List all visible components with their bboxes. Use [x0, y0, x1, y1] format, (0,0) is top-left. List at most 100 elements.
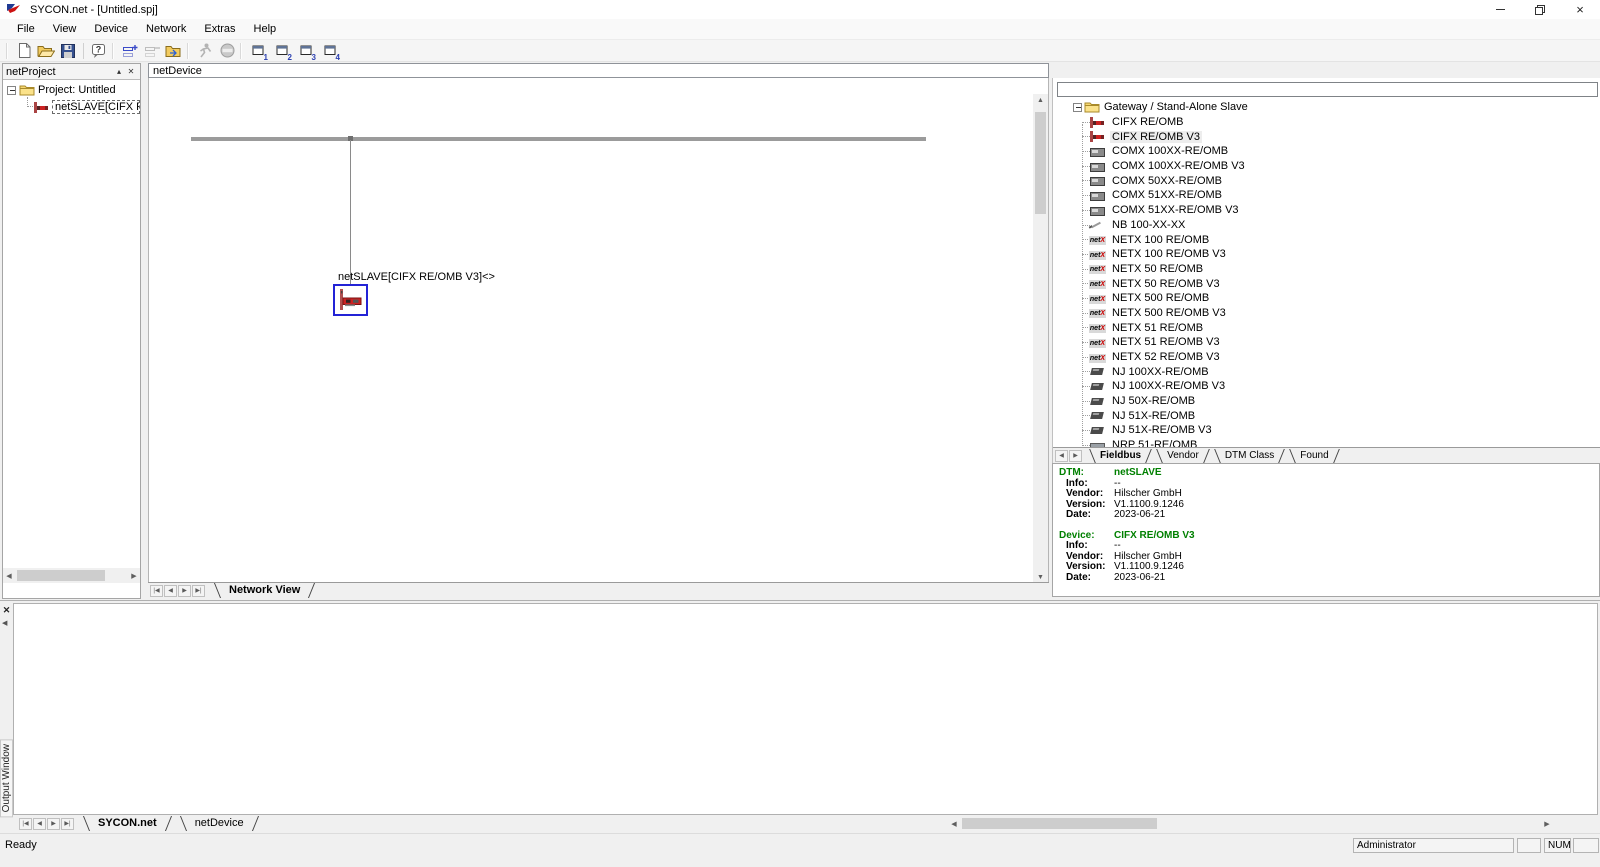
window-icon [276, 45, 289, 57]
restore-button[interactable] [1520, 0, 1560, 19]
catalog-item[interactable]: COMX 100XX-RE/OMB V3 [1053, 159, 1600, 174]
catalog-item[interactable]: NETX 500 RE/OMB [1053, 291, 1600, 306]
catalog-item[interactable]: NETX 100 RE/OMB V3 [1053, 247, 1600, 262]
device-icon [1089, 440, 1106, 447]
catalog-item[interactable]: COMX 51XX-RE/OMB V3 [1053, 203, 1600, 218]
delete-device-button[interactable] [141, 41, 163, 61]
netproject-hscrollbar[interactable]: ◀ ▶ [3, 568, 140, 583]
selected-device[interactable] [333, 284, 368, 316]
tab-next-icon[interactable]: ▶ [178, 585, 191, 597]
minimize-button[interactable] [1480, 0, 1520, 19]
tab-last-icon[interactable]: ▶| [192, 585, 205, 597]
catalog-item[interactable]: NJ 50X-RE/OMB [1053, 394, 1600, 409]
catalog-tab[interactable]: DTM Class [1217, 449, 1282, 463]
close-panel-button[interactable]: ✕ [125, 67, 137, 76]
catalog-item[interactable]: NETX 52 RE/OMB V3 [1053, 350, 1600, 365]
tab-prev-icon[interactable]: ◀ [164, 585, 177, 597]
catalog-item[interactable]: NJ 100XX-RE/OMB V3 [1053, 379, 1600, 394]
cifx-device-icon [33, 102, 50, 113]
pin-panel-button[interactable]: ▴ [113, 67, 125, 76]
tab-nav-buttons: |◀ ◀ ▶ ▶| [150, 585, 206, 597]
catalog-tab[interactable]: Fieldbus [1092, 449, 1149, 463]
catalog-tab[interactable]: Vendor [1159, 449, 1207, 463]
menu-item[interactable]: Device [85, 19, 137, 39]
dtm-info-panel: DTM: netSLAVE Info: -- Vendor: Hilscher … [1052, 463, 1600, 597]
catalog-item[interactable]: NETX 50 RE/OMB [1053, 262, 1600, 277]
menu-item[interactable]: File [8, 19, 44, 39]
tab-last-icon[interactable]: ▶| [61, 818, 74, 830]
tab-next-icon[interactable]: ▶ [1069, 450, 1082, 462]
output-tab[interactable]: SYCON.net [86, 816, 169, 831]
catalog-item[interactable]: COMX 51XX-RE/OMB [1053, 188, 1600, 203]
project-device-row[interactable]: netSLAVE[CIFX RE/O [19, 100, 140, 114]
new-project-button[interactable] [13, 41, 35, 61]
catalog-item[interactable]: NJ 51X-RE/OMB V3 [1053, 423, 1600, 438]
catalog-item[interactable]: NETX 50 RE/OMB V3 [1053, 276, 1600, 291]
scroll-left-icon[interactable]: ◀ [948, 816, 960, 831]
tab-prev-icon[interactable]: ◀ [33, 818, 46, 830]
window-layout-button[interactable]: 1 [247, 41, 269, 61]
menu-item[interactable]: View [44, 19, 86, 39]
catalog-filter-input[interactable] [1057, 82, 1598, 97]
collapse-icon[interactable] [7, 86, 16, 95]
scroll-thumb[interactable] [17, 570, 105, 581]
tab-network-view[interactable]: Network View [217, 583, 312, 598]
menu-item[interactable]: Extras [195, 19, 244, 39]
device-icon [1089, 396, 1106, 407]
open-project-button[interactable] [35, 41, 57, 61]
delete-device-icon [144, 44, 160, 58]
netdevice-vscrollbar[interactable]: ▲ ▼ [1033, 94, 1048, 583]
tab-prev-icon[interactable]: ◀ [1055, 450, 1068, 462]
window-layout-button[interactable]: 4 [319, 41, 341, 61]
tab-first-icon[interactable]: |◀ [19, 818, 32, 830]
device-icon [1089, 354, 1106, 363]
netproject-title: netProject [6, 66, 113, 78]
catalog-item[interactable]: NRP 51-RE/OMB [1053, 438, 1600, 447]
save-button[interactable] [57, 41, 79, 61]
window-layout-button[interactable]: 2 [271, 41, 293, 61]
catalog-item[interactable]: CIFX RE/OMB V3 [1053, 129, 1600, 144]
catalog-item[interactable]: NETX 51 RE/OMB V3 [1053, 335, 1600, 350]
close-button[interactable]: × [1560, 0, 1600, 19]
import-device-button[interactable] [163, 41, 185, 61]
insert-device-button[interactable] [119, 41, 141, 61]
tab-next-icon[interactable]: ▶ [47, 818, 60, 830]
scroll-thumb[interactable] [1035, 112, 1046, 214]
scroll-right-icon[interactable]: ▶ [1541, 816, 1553, 831]
scroll-left-icon[interactable]: ◀ [3, 568, 15, 583]
help-button[interactable]: ? [88, 41, 110, 61]
stop-button[interactable] [216, 41, 238, 61]
catalog-item[interactable]: NETX 500 RE/OMB V3 [1053, 306, 1600, 321]
cifx-card-icon [337, 288, 364, 312]
tab-first-icon[interactable]: |◀ [150, 585, 163, 597]
output-content[interactable] [13, 603, 1598, 815]
device-icon [1089, 309, 1106, 318]
collapse-output-icon[interactable]: ◀ [2, 619, 7, 627]
output-hscrollbar[interactable]: ◀ ▶ [948, 816, 1553, 831]
catalog-item[interactable]: NJ 100XX-RE/OMB [1053, 364, 1600, 379]
start-button[interactable] [194, 41, 216, 61]
window-layout-button[interactable]: 3 [295, 41, 317, 61]
scroll-right-icon[interactable]: ▶ [128, 568, 140, 583]
scroll-thumb[interactable] [962, 818, 1157, 829]
output-tab[interactable]: netDevice [183, 816, 256, 831]
catalog-item[interactable]: COMX 100XX-RE/OMB [1053, 144, 1600, 159]
info-field-row: Version: V1.1100.9.1246 [1059, 562, 1599, 573]
scroll-up-icon[interactable]: ▲ [1033, 94, 1048, 106]
catalog-item[interactable]: NB 100-XX-XX [1053, 218, 1600, 233]
catalog-tabs: Fieldbus Vendor DTM Class Found [1087, 449, 1342, 463]
catalog-item[interactable]: COMX 50XX-RE/OMB [1053, 173, 1600, 188]
tab-nav-buttons: ◀ ▶ [1055, 450, 1083, 462]
catalog-item[interactable]: NJ 51X-RE/OMB [1053, 408, 1600, 423]
network-view-canvas[interactable]: netSLAVE[CIFX RE/OMB V3]<> ▲ ▼ ◀ [148, 78, 1049, 583]
catalog-root-row[interactable]: Gateway / Stand-Alone Slave [1053, 100, 1600, 115]
project-root-row[interactable]: Project: Untitled [3, 83, 140, 97]
catalog-tab[interactable]: Found [1292, 449, 1336, 463]
menu-item[interactable]: Network [137, 19, 195, 39]
menu-item[interactable]: Help [245, 19, 286, 39]
close-output-icon[interactable]: ✕ [1, 605, 12, 616]
catalog-item[interactable]: CIFX RE/OMB [1053, 115, 1600, 130]
catalog-item[interactable]: NETX 51 RE/OMB [1053, 320, 1600, 335]
collapse-icon[interactable] [1073, 103, 1082, 112]
catalog-item[interactable]: NETX 100 RE/OMB [1053, 232, 1600, 247]
